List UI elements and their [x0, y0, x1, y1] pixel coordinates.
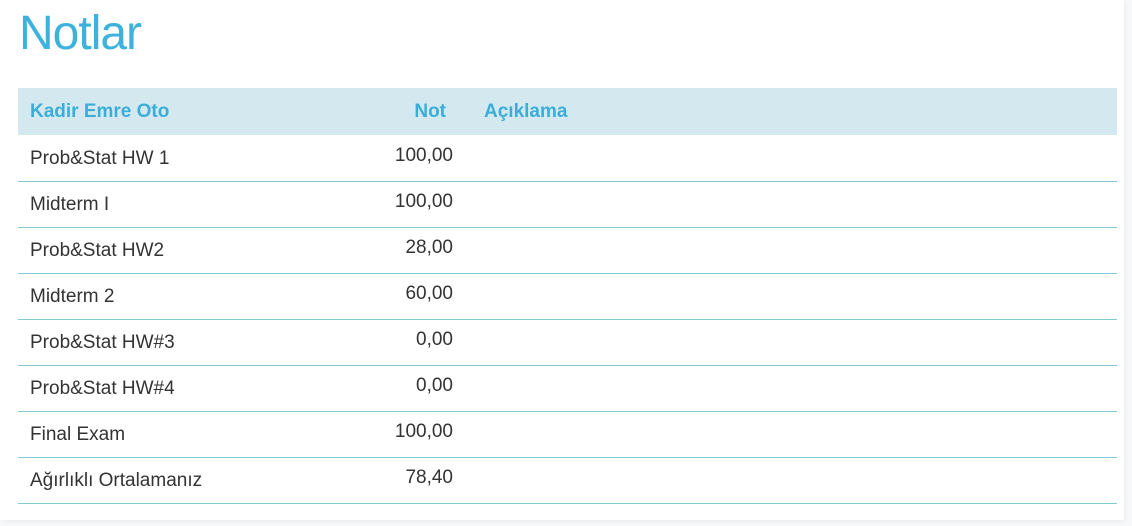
grade-value: 0,00 — [318, 365, 456, 412]
grade-value: 78,40 — [318, 457, 456, 504]
assessment-name: Final Exam — [18, 411, 318, 458]
assessment-name: Midterm I — [18, 181, 318, 228]
grade-description — [456, 273, 1117, 320]
grade-description — [456, 135, 1117, 182]
grade-description — [456, 457, 1117, 504]
grades-table-header: Kadir Emre Oto Not Açıklama — [18, 88, 1117, 135]
column-header-description: Açıklama — [484, 100, 568, 122]
table-row: Final Exam 100,00 — [18, 411, 1117, 458]
grade-value: 100,00 — [318, 181, 456, 228]
page-title: Notlar — [19, 7, 142, 60]
assessment-name: Prob&Stat HW#3 — [18, 319, 318, 366]
table-row: Prob&Stat HW 1 100,00 — [18, 135, 1117, 182]
grade-value: 100,00 — [318, 411, 456, 458]
assessment-name: Prob&Stat HW2 — [18, 227, 318, 274]
table-row: Midterm 2 60,00 — [18, 273, 1117, 320]
assessment-name: Ağırlıklı Ortalamanız — [18, 457, 318, 504]
column-header-grade: Not — [414, 100, 446, 122]
grade-description — [456, 365, 1117, 412]
assessment-name: Prob&Stat HW#4 — [18, 365, 318, 412]
grade-description — [456, 319, 1117, 366]
table-row: Midterm I 100,00 — [18, 181, 1117, 228]
grade-description — [456, 411, 1117, 458]
assessment-name: Midterm 2 — [18, 273, 318, 320]
grades-panel: Notlar Kadir Emre Oto Not Açıklama Prob&… — [0, 0, 1124, 520]
grade-value: 100,00 — [318, 135, 456, 182]
table-row-weighted-average: Ağırlıklı Ortalamanız 78,40 — [18, 457, 1117, 504]
table-row: Prob&Stat HW2 28,00 — [18, 227, 1117, 274]
grade-description — [456, 227, 1117, 274]
header-row: Kadir Emre Oto Not Açıklama — [18, 88, 1117, 135]
grade-description — [456, 181, 1117, 228]
column-header-student: Kadir Emre Oto — [30, 100, 170, 122]
grade-value: 28,00 — [318, 227, 456, 274]
grades-table-body: Prob&Stat HW 1 100,00 Midterm I 100,00 P… — [18, 135, 1117, 504]
assessment-name: Prob&Stat HW 1 — [18, 135, 318, 182]
table-row: Prob&Stat HW#3 0,00 — [18, 319, 1117, 366]
grade-value: 0,00 — [318, 319, 456, 366]
grade-value: 60,00 — [318, 273, 456, 320]
grades-table: Kadir Emre Oto Not Açıklama Prob&Stat HW… — [18, 88, 1117, 504]
table-row: Prob&Stat HW#4 0,00 — [18, 365, 1117, 412]
